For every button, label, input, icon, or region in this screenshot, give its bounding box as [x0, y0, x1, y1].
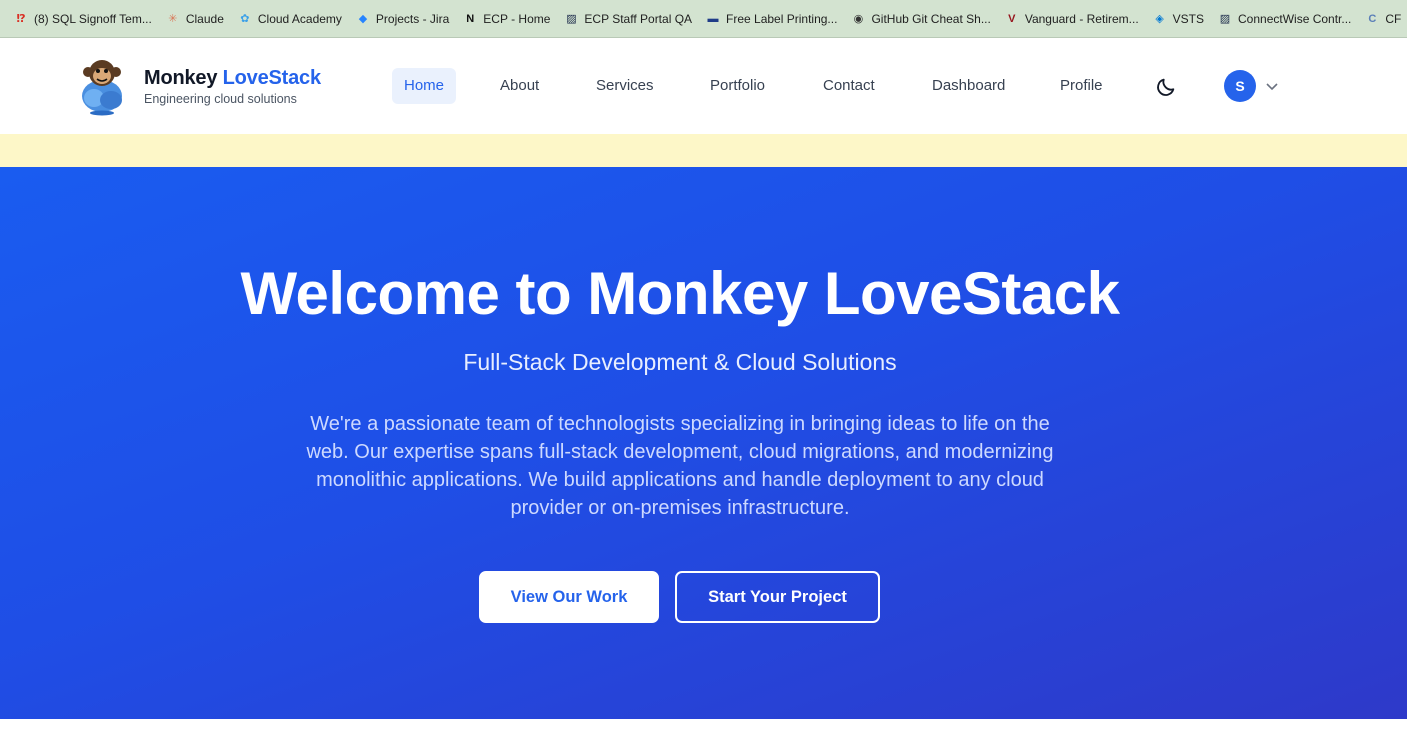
- cloud-academy-icon: ✿: [240, 13, 250, 25]
- bookmark-label: VSTS: [1172, 11, 1204, 26]
- bookmark-label: Claude: [185, 11, 224, 26]
- nav-portfolio[interactable]: Portfolio: [698, 68, 777, 104]
- page-bottom: [0, 719, 1407, 737]
- azure-devops-icon: ◈: [1155, 13, 1164, 25]
- bookmark-label: Free Label Printing...: [726, 11, 838, 26]
- bookmark-item[interactable]: ◈ VSTS: [1147, 5, 1210, 33]
- bookmark-label: ECP - Home: [483, 11, 551, 26]
- bookmark-label: ECP Staff Portal QA: [584, 11, 693, 26]
- bookmark-label: Cloud Academy: [257, 11, 342, 26]
- bookmark-label: Projects - Jira: [375, 11, 450, 26]
- brand-name-accent: LoveStack: [222, 67, 321, 89]
- hero-description: We're a passionate team of technologists…: [306, 413, 1054, 519]
- vanguard-icon: V: [1008, 12, 1016, 25]
- nav-contact[interactable]: Contact: [811, 68, 887, 104]
- bookmark-item[interactable]: ✳ Claude: [160, 5, 230, 33]
- bookmark-item[interactable]: C CF: [1359, 5, 1407, 33]
- bookmark-item[interactable]: ▬ Free Label Printing...: [700, 5, 843, 33]
- brand-tagline: Engineering cloud solutions: [144, 92, 297, 106]
- cf-icon: C: [1368, 12, 1377, 25]
- bookmark-item[interactable]: ✿ Cloud Academy: [232, 5, 348, 33]
- view-our-work-button[interactable]: View Our Work: [479, 571, 659, 623]
- bookmark-item[interactable]: ▨ ConnectWise Contr...: [1212, 5, 1357, 33]
- bookmark-item[interactable]: ▨ ECP Staff Portal QA: [558, 5, 698, 33]
- bookmark-item[interactable]: ◉ GitHub Git Cheat Sh...: [845, 5, 996, 33]
- notice-banner: [0, 134, 1407, 167]
- brand-name: Monkey LoveStack: [144, 67, 321, 89]
- user-avatar[interactable]: S: [1224, 70, 1256, 102]
- hero-section: Welcome to Monkey LoveStack Full-Stack D…: [0, 167, 1407, 719]
- nav-services[interactable]: Services: [584, 68, 666, 104]
- nav-home[interactable]: Home: [392, 68, 457, 104]
- moon-icon[interactable]: [1155, 76, 1177, 98]
- jira-icon: ◆: [358, 13, 368, 25]
- label-icon: ▬: [707, 12, 719, 25]
- brand[interactable]: Monkey LoveStack Engineering cloud solut…: [144, 67, 321, 106]
- bookmarks-bar: ⁉ (8) SQL Signoff Tem... ✳ Claude ✿ Cloud Aca…: [0, 0, 1407, 38]
- bookmark-label: (8) SQL Signoff Tem...: [34, 11, 152, 26]
- start-your-project-button[interactable]: Start Your Project: [675, 571, 880, 623]
- bookmark-item[interactable]: ◆ Projects - Jira: [350, 5, 455, 33]
- hero-subtitle: Full-Stack Development & Cloud Solutions: [463, 349, 897, 375]
- nav-dashboard[interactable]: Dashboard: [920, 68, 1017, 104]
- bookmark-label: Vanguard - Retirem...: [1024, 11, 1139, 26]
- notion-icon: N: [466, 12, 475, 25]
- bookmark-item[interactable]: N ECP - Home: [457, 5, 556, 33]
- monkey-logo-icon[interactable]: [76, 56, 128, 116]
- site-navbar: Monkey LoveStack Engineering cloud solut…: [0, 38, 1407, 134]
- exclamation-question-icon: ⁉: [16, 13, 26, 25]
- chevron-down-icon[interactable]: [1265, 80, 1279, 92]
- bookmark-label: GitHub Git Cheat Sh...: [871, 11, 991, 26]
- globe-icon: ◉: [853, 13, 864, 25]
- bookmark-label: CF: [1385, 11, 1402, 26]
- hero-title: Welcome to Monkey LoveStack: [240, 260, 1121, 327]
- bookmark-label: ConnectWise Contr...: [1238, 11, 1352, 26]
- stripes-icon: ▨: [1219, 13, 1231, 25]
- claude-spark-icon: ✳: [168, 13, 178, 25]
- nav-profile[interactable]: Profile: [1048, 68, 1115, 104]
- bookmark-item[interactable]: V Vanguard - Retirem...: [999, 5, 1145, 33]
- bookmark-item[interactable]: ⁉ (8) SQL Signoff Tem...: [8, 5, 158, 33]
- nav-about[interactable]: About: [488, 68, 551, 104]
- stripes-icon: ▨: [566, 13, 577, 25]
